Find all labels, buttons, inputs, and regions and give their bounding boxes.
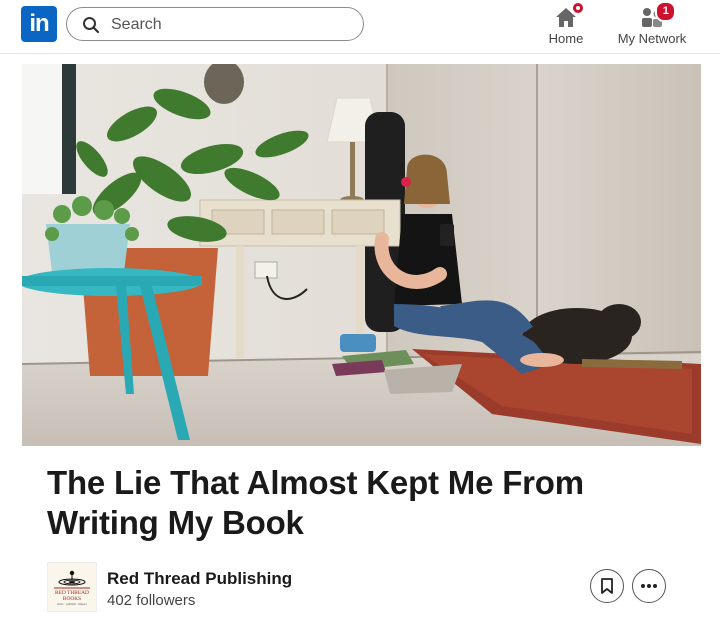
nav-home[interactable]: Home [540, 1, 592, 50]
more-icon [641, 584, 657, 588]
publisher-followers: 402 followers [107, 592, 196, 609]
search-input[interactable] [109, 14, 353, 36]
save-button[interactable] [590, 569, 624, 603]
top-nav-bar: in Home 1 My Network [0, 0, 720, 54]
nav-home-label: Home [548, 31, 584, 46]
linkedin-logo[interactable]: in [21, 6, 57, 42]
nav-my-network[interactable]: 1 My Network [610, 1, 694, 50]
publisher-logo-line3: write · publish · impact [57, 602, 87, 606]
publisher-row: RED THREAD BOOKS write · publish · impac… [47, 562, 667, 614]
more-options-button[interactable] [632, 569, 666, 603]
article-title: The Lie That Almost Kept Me From Writing… [47, 464, 584, 541]
bookmark-icon [601, 578, 613, 594]
network-badge: 1 [655, 1, 677, 22]
article-cover-image [22, 64, 701, 446]
nav-my-network-label: My Network [617, 31, 687, 46]
home-notification-dot [570, 1, 585, 15]
publisher-name[interactable]: Red Thread Publishing [107, 569, 292, 589]
search-icon [83, 17, 100, 34]
publisher-logo[interactable]: RED THREAD BOOKS write · publish · impac… [47, 562, 97, 612]
search-bar[interactable] [66, 7, 364, 41]
